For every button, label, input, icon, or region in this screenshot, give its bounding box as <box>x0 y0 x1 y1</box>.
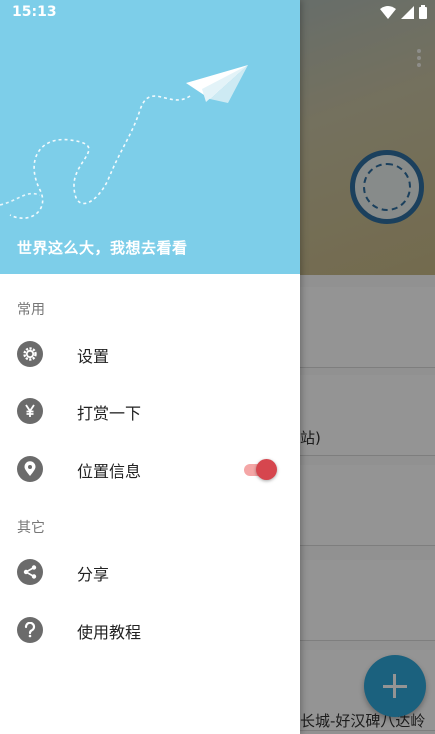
menu-label: 使用教程 <box>77 623 142 642</box>
menu-item-tutorial[interactable]: 使用教程 <box>0 602 300 658</box>
wifi-icon <box>380 5 396 19</box>
share-icon <box>17 559 43 585</box>
section-label-other: 其它 <box>17 520 45 536</box>
help-icon <box>17 617 43 643</box>
gear-icon <box>17 341 43 367</box>
paper-plane-illustration <box>0 65 248 219</box>
drawer-slogan: 世界这么大，我想去看看 <box>17 239 188 257</box>
toggle-thumb <box>256 459 277 480</box>
status-icons <box>380 4 427 20</box>
location-pin-icon <box>17 456 43 482</box>
signal-icon <box>401 5 414 19</box>
menu-label: 打赏一下 <box>77 404 142 423</box>
yen-icon <box>17 398 43 424</box>
status-time: 15:13 <box>12 4 57 20</box>
menu-item-settings[interactable]: 设置 <box>0 326 300 382</box>
menu-label: 位置信息 <box>77 462 142 481</box>
menu-item-donate[interactable]: 打赏一下 <box>0 383 300 439</box>
drawer-header: 世界这么大，我想去看看 <box>0 0 300 274</box>
menu-item-share[interactable]: 分享 <box>0 544 300 600</box>
menu-label: 分享 <box>77 565 110 584</box>
location-toggle[interactable] <box>244 458 278 480</box>
menu-item-location[interactable]: 位置信息 <box>0 441 300 497</box>
battery-icon <box>419 5 427 19</box>
status-bar: 15:13 <box>0 0 435 24</box>
navigation-drawer: 世界这么大，我想去看看 常用 设置 打赏一下 位置信息 其它 分享 使用教程 <box>0 0 300 734</box>
section-label-common: 常用 <box>17 302 45 318</box>
menu-label: 设置 <box>77 347 110 366</box>
